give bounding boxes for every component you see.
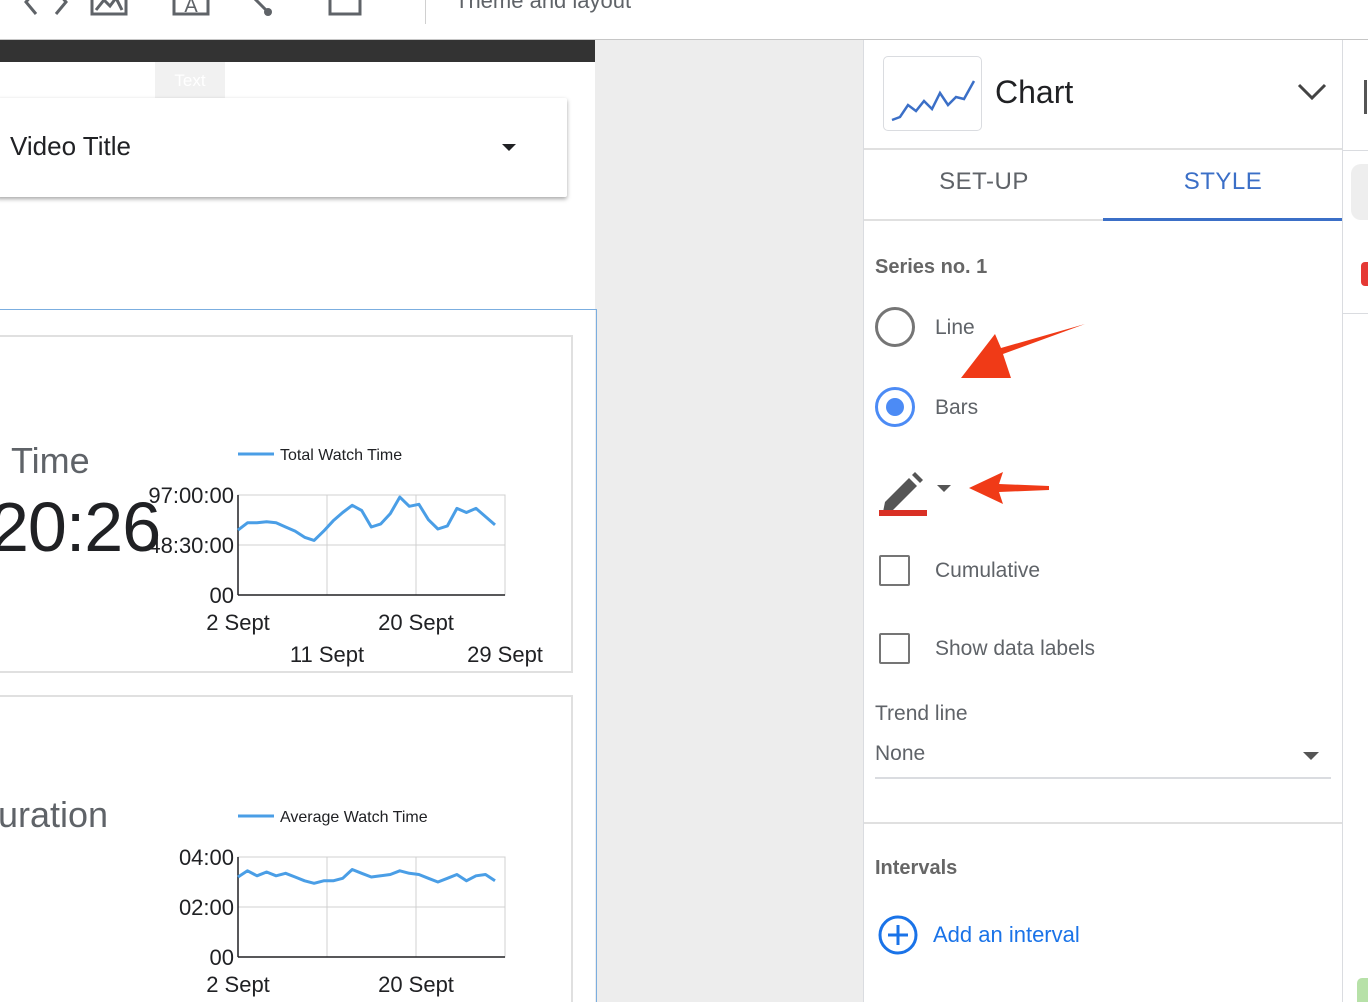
series-line [237,495,496,542]
strip-badge [1361,262,1368,286]
image-icon[interactable] [90,0,128,16]
x-tick-label: 11 Sept [290,642,364,667]
series-color-picker[interactable] [879,472,929,523]
color-caret-icon[interactable] [937,485,951,492]
y-tick-label: 00 [210,583,234,608]
svg-text:A: A [184,0,198,16]
properties-panel: Chart SET-UP STYLE Series no. 1 Line Bar… [863,40,1343,1002]
cumulative-checkbox[interactable] [879,555,910,586]
chart-type-thumbnail[interactable] [883,56,982,131]
caret-down-icon[interactable] [1303,752,1319,760]
active-tab-indicator [1103,218,1342,221]
series-section-title: Series no. 1 [875,256,988,278]
line-icon[interactable] [242,0,276,16]
panel-divider [864,148,1342,150]
caret-down-icon [502,144,516,151]
x-tick-label: 2 Sept [206,972,270,997]
legend-label: Total Watch Time [280,447,402,464]
average-watch-time-chart: Average Watch Time0002:0004:002 Sept11 S… [179,809,506,997]
right-side-strip [1343,40,1368,1002]
y-tick-label: 00 [210,945,234,970]
x-tick-label: 20 Sept [378,610,454,635]
x-tick-label: 29 Sept [467,642,543,667]
strip-divider [1343,313,1368,314]
y-tick-label: 48:30:00 [148,533,234,558]
text-tooltip: Text [155,62,225,102]
show-data-labels-label[interactable]: Show data labels [935,637,1095,661]
theme-and-layout-button[interactable]: Theme and layout [455,0,631,14]
total-watch-time-chart: Total Watch Time 00 48:30:00 97:00:00 2 Sept… [148,447,543,667]
strip-button[interactable] [1351,164,1368,220]
strip-divider [1343,150,1368,151]
tab-style[interactable]: STYLE [1103,168,1343,196]
pencil-icon [879,472,927,516]
x-tick-label: 2 Sept [206,610,270,635]
show-data-labels-checkbox[interactable] [879,633,910,664]
radio-line[interactable] [875,307,915,347]
add-interval-link[interactable]: Add an interval [933,922,1080,948]
dropdown-label: Video Title [10,131,131,161]
cumulative-label[interactable]: Cumulative [935,559,1040,583]
legend-label: Average Watch Time [280,809,428,826]
annotation-arrow-icon [961,324,1085,378]
page-header-bar [0,40,595,62]
add-circle-icon[interactable] [877,914,919,956]
y-tick-label: 97:00:00 [148,483,234,508]
strip-indicator [1357,978,1368,1002]
annotation-arrow-icon [969,472,1049,504]
chevron-down-icon[interactable] [1297,82,1327,102]
scorecard-average-watch-time[interactable]: uration Average Watch Time 00 02:00 04:00 2 … [0,695,573,1002]
y-tick-label: 04:00 [179,845,234,870]
trend-line-select[interactable]: None [875,742,925,766]
strip-handle[interactable] [1364,80,1367,114]
radio-bars-label[interactable]: Bars [935,396,978,420]
series-line [237,868,496,885]
x-tick-label: 20 Sept [378,972,454,997]
select-underline [875,777,1331,779]
scorecard-total-watch-time[interactable]: Time 20:26 Total Watch Time 00 48:30:00 97:… [0,335,573,673]
text-box-icon[interactable]: A [172,0,210,16]
trend-line-label: Trend line [875,702,968,725]
intervals-section-title: Intervals [875,857,958,879]
radio-bars[interactable] [875,387,915,427]
shape-icon[interactable] [328,0,364,16]
report-page: Text Video Title Time 20:26 Total Watch … [0,40,597,1002]
top-toolbar: A Theme and layout [0,0,1368,40]
report-canvas: Text Video Title Time 20:26 Total Watch … [0,40,863,1002]
line-chart-icon [891,80,976,122]
code-icon[interactable] [22,0,70,16]
section-divider [864,822,1342,824]
video-title-dropdown[interactable]: Video Title [0,98,567,197]
tab-setup[interactable]: SET-UP [864,168,1104,196]
chart-type-label: Chart [995,74,1074,110]
toolbar-separator [425,0,426,24]
y-tick-label: 02:00 [179,895,234,920]
